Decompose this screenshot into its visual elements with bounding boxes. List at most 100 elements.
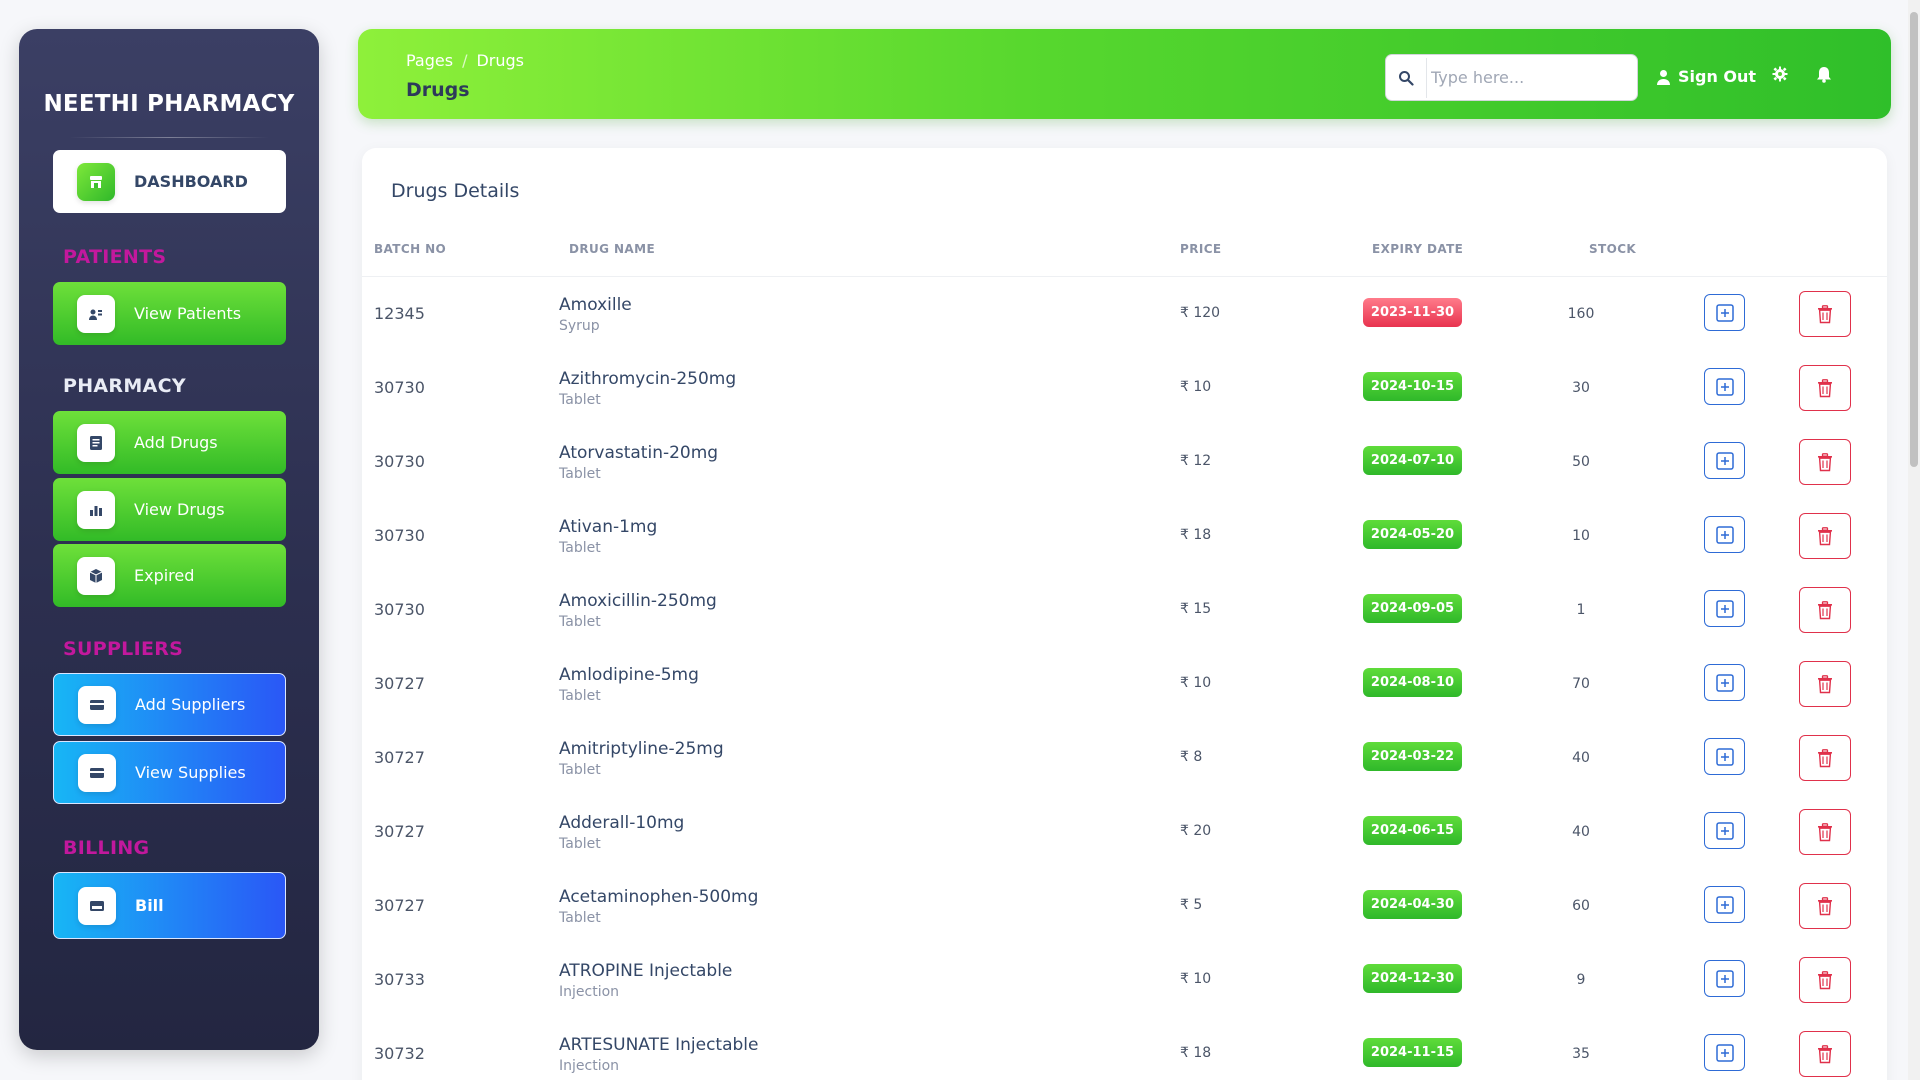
stock-count: 60 <box>1572 898 1590 914</box>
scrollbar[interactable] <box>1908 0 1920 1080</box>
drug-type: Injection <box>559 1058 620 1074</box>
drug-type: Tablet <box>559 688 601 704</box>
breadcrumb: Pages / Drugs <box>406 51 524 70</box>
table-row: 30727 Amitriptyline-25mg Tablet ₹ 8 2024… <box>362 721 1887 795</box>
bell-icon[interactable] <box>1816 66 1832 88</box>
batch-number: 30727 <box>374 748 425 767</box>
drug-type: Tablet <box>559 392 601 408</box>
drug-type: Tablet <box>559 910 601 926</box>
drug-price: ₹ 18 <box>1180 527 1212 543</box>
add-stock-button[interactable] <box>1704 886 1745 923</box>
table-row: 30727 Adderall-10mg Tablet ₹ 20 2024-06-… <box>362 795 1887 869</box>
sidebar-item-bill[interactable]: Bill <box>53 872 286 939</box>
delete-button[interactable] <box>1799 1031 1851 1077</box>
add-stock-button[interactable] <box>1704 590 1745 627</box>
batch-number: 30732 <box>374 1044 425 1063</box>
stock-count: 50 <box>1572 454 1590 470</box>
plus-square-icon <box>1715 747 1734 766</box>
sidebar-item-label: Bill <box>135 896 164 915</box>
drug-price: ₹ 20 <box>1180 823 1212 839</box>
drug-type: Tablet <box>559 540 601 556</box>
sidebar-item-dashboard[interactable]: DASHBOARD <box>53 150 286 213</box>
expiry-badge: 2024-08-10 <box>1363 668 1462 697</box>
search-icon <box>1386 70 1426 86</box>
plus-square-icon <box>1715 673 1734 692</box>
sidebar-item-label: View Patients <box>134 304 242 323</box>
drug-price: ₹ 120 <box>1180 305 1221 321</box>
top-navbar: Pages / Drugs Drugs Sign Out <box>358 29 1891 119</box>
brand-title: NEETHI PHARMACY <box>43 91 295 117</box>
delete-button[interactable] <box>1799 661 1851 707</box>
drug-type: Tablet <box>559 836 601 852</box>
sidebar-item-label: Add Drugs <box>134 433 218 452</box>
gear-icon[interactable] <box>1772 66 1788 87</box>
table-row: 30727 Amlodipine-5mg Tablet ₹ 10 2024-08… <box>362 647 1887 721</box>
sidebar-item-view-patients[interactable]: View Patients <box>53 282 286 345</box>
delete-button[interactable] <box>1799 439 1851 485</box>
delete-button[interactable] <box>1799 809 1851 855</box>
section-title-pharmacy: PHARMACY <box>63 375 186 397</box>
batch-number: 30727 <box>374 822 425 841</box>
expiry-badge: 2024-12-30 <box>1363 964 1462 993</box>
delete-button[interactable] <box>1799 957 1851 1003</box>
batch-number: 30727 <box>374 896 425 915</box>
drugs-details-card: Drugs Details BATCH NO DRUG NAME PRICE E… <box>362 148 1887 1080</box>
trash-icon <box>1818 1044 1832 1063</box>
drug-price: ₹ 5 <box>1180 897 1203 913</box>
scrollbar-thumb[interactable] <box>1910 12 1918 467</box>
delete-button[interactable] <box>1799 291 1851 337</box>
sign-out-label: Sign Out <box>1678 67 1757 86</box>
delete-button[interactable] <box>1799 365 1851 411</box>
trash-icon <box>1818 526 1832 545</box>
stock-count: 9 <box>1576 972 1586 988</box>
delete-button[interactable] <box>1799 883 1851 929</box>
column-header-stock: STOCK <box>1589 242 1637 256</box>
stock-count: 30 <box>1572 380 1590 396</box>
drug-name: Ativan-1mg <box>559 517 658 537</box>
sign-out-button[interactable]: Sign Out <box>1656 67 1756 86</box>
add-stock-button[interactable] <box>1704 294 1745 331</box>
sidebar-item-add-suppliers[interactable]: Add Suppliers <box>53 673 286 736</box>
trash-icon <box>1818 970 1832 989</box>
add-stock-button[interactable] <box>1704 812 1745 849</box>
expiry-badge: 2024-03-22 <box>1363 742 1462 771</box>
section-title-suppliers: SUPPLIERS <box>63 638 184 660</box>
trash-icon <box>1818 452 1832 471</box>
add-stock-button[interactable] <box>1704 368 1745 405</box>
card-icon <box>78 753 116 792</box>
drug-name: ARTESUNATE Injectable <box>559 1035 759 1055</box>
drug-price: ₹ 15 <box>1180 601 1212 617</box>
add-stock-button[interactable] <box>1704 516 1745 553</box>
delete-button[interactable] <box>1799 513 1851 559</box>
add-stock-button[interactable] <box>1704 442 1745 479</box>
add-stock-button[interactable] <box>1704 1034 1745 1071</box>
search-input[interactable] <box>1426 57 1626 98</box>
add-stock-button[interactable] <box>1704 738 1745 775</box>
expiry-badge: 2024-04-30 <box>1363 890 1462 919</box>
plus-square-icon <box>1715 303 1734 322</box>
sidebar-item-view-supplies[interactable]: View Supplies <box>53 741 286 804</box>
sidebar-item-add-drugs[interactable]: Add Drugs <box>53 411 286 474</box>
delete-button[interactable] <box>1799 735 1851 781</box>
batch-number: 30730 <box>374 378 425 397</box>
delete-button[interactable] <box>1799 587 1851 633</box>
sidebar-item-label: View Drugs <box>134 500 225 519</box>
column-header-expiry: EXPIRY DATE <box>1372 242 1464 256</box>
sidebar-item-expired[interactable]: Expired <box>53 544 286 607</box>
add-stock-button[interactable] <box>1704 664 1745 701</box>
patients-icon <box>77 294 115 333</box>
add-stock-button[interactable] <box>1704 960 1745 997</box>
plus-square-icon <box>1715 821 1734 840</box>
stock-count: 40 <box>1572 824 1590 840</box>
drug-name: Acetaminophen-500mg <box>559 887 759 907</box>
breadcrumb-root[interactable]: Pages <box>406 51 453 70</box>
trash-icon <box>1818 304 1832 323</box>
trash-icon <box>1818 674 1832 693</box>
column-header-price: PRICE <box>1180 242 1222 256</box>
sidebar: NEETHI PHARMACY DASHBOARD PATIENTS View … <box>19 29 319 1050</box>
plus-square-icon <box>1715 451 1734 470</box>
chart-icon <box>77 490 115 529</box>
drug-price: ₹ 18 <box>1180 1045 1212 1061</box>
sidebar-item-view-drugs[interactable]: View Drugs <box>53 478 286 541</box>
document-icon <box>77 423 115 462</box>
